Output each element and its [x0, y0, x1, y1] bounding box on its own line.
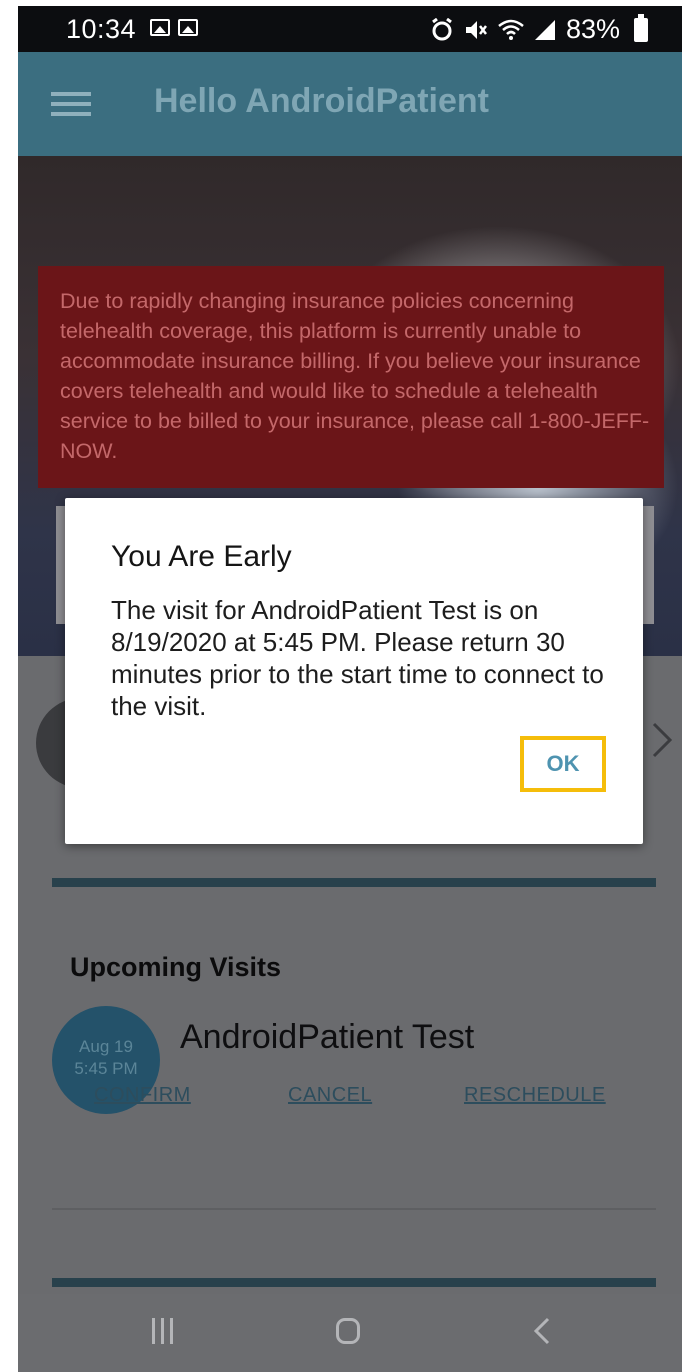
cancel-visit-link[interactable]: CANCEL: [288, 1084, 372, 1107]
visit-time: 5:45 PM: [74, 1059, 138, 1078]
visit-date: Aug 19: [79, 1037, 133, 1056]
phone-screen: 10:34 83% Hello AndroidPatient Due to ra…: [18, 6, 682, 1372]
alarm-icon: [432, 17, 452, 40]
image-notification-icon: [178, 19, 198, 36]
signal-icon: [534, 19, 555, 40]
wifi-icon: [498, 19, 524, 40]
dialog-title: You Are Early: [111, 540, 292, 573]
section-divider-bottom: [52, 1278, 656, 1287]
dialog-message: The visit for AndroidPatient Test is on …: [111, 595, 604, 721]
ok-button[interactable]: OK: [520, 736, 606, 792]
gallery-notification-icon: [150, 19, 170, 36]
system-nav-bar: [18, 1294, 682, 1372]
mute-icon: [465, 20, 487, 39]
battery-icon: [634, 13, 648, 42]
recents-icon[interactable]: [152, 1318, 173, 1344]
back-icon[interactable]: [532, 1316, 552, 1346]
early-visit-dialog: You Are Early The visit for AndroidPatie…: [65, 498, 643, 844]
hamburger-icon[interactable]: [51, 92, 91, 116]
list-divider: [52, 1208, 656, 1210]
upcoming-visits-title: Upcoming Visits: [70, 952, 282, 982]
confirm-visit-link[interactable]: CONFIRM: [94, 1084, 191, 1107]
app-title: Hello AndroidPatient: [154, 82, 489, 120]
status-bar: 10:34 83%: [18, 6, 682, 52]
reschedule-visit-link[interactable]: RESCHEDULE: [464, 1084, 606, 1107]
visit-name: AndroidPatient Test: [180, 1018, 475, 1056]
insurance-notice: Due to rapidly changing insurance polici…: [38, 266, 664, 488]
battery-percent: 83%: [565, 14, 620, 44]
section-divider: [52, 878, 656, 887]
status-time: 10:34: [66, 14, 137, 44]
home-icon[interactable]: [336, 1318, 360, 1344]
app-bar: Hello AndroidPatient: [18, 52, 682, 156]
notification-icons: [150, 19, 198, 36]
chevron-right-icon[interactable]: [650, 720, 674, 760]
status-right-icons: 83%: [430, 13, 648, 45]
